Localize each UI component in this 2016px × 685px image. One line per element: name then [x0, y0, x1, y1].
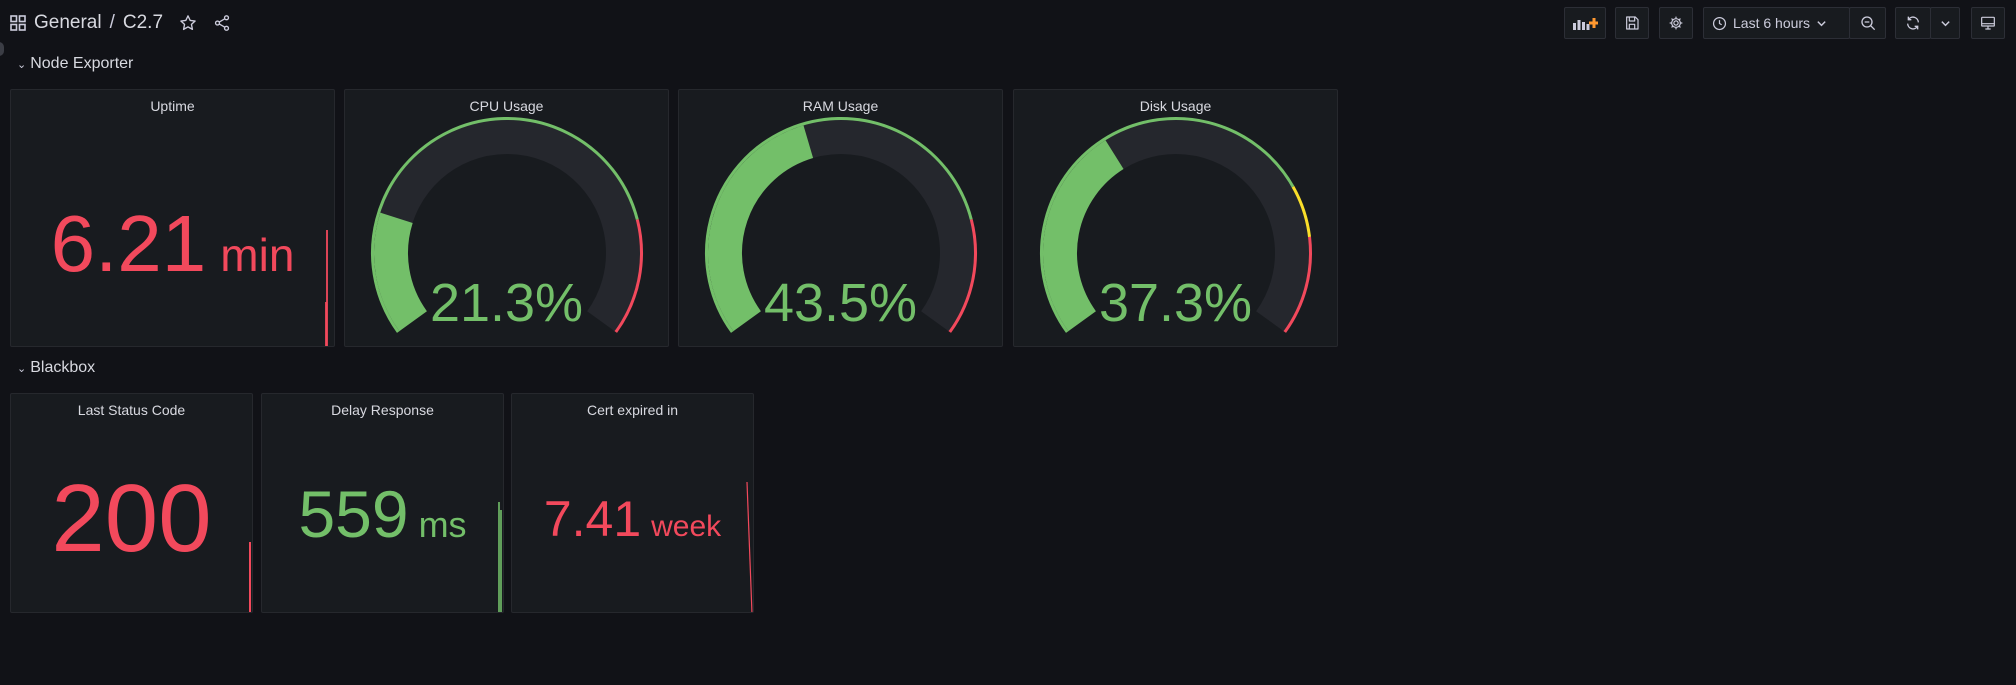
sparkline	[325, 230, 328, 346]
gear-icon	[1669, 16, 1683, 30]
row-title: Node Exporter	[30, 55, 134, 72]
stat-unit: week	[651, 510, 722, 543]
stat-number: 6.21	[50, 199, 207, 288]
panel-ram-usage[interactable]: RAM Usage 43.5%	[678, 89, 1003, 347]
panel-title: Last Status Code	[77, 402, 186, 418]
row-header-node-exporter[interactable]: ⌄ Node Exporter	[17, 55, 133, 73]
panel-title: Uptime	[150, 98, 195, 114]
stat-number: 7.41	[543, 491, 642, 547]
dashboard-title[interactable]: C2.7	[123, 12, 163, 34]
stat-number: 559	[298, 477, 409, 551]
panel-last-status-code[interactable]: Last Status Code 200	[10, 393, 253, 613]
row-header-blackbox[interactable]: ⌄ Blackbox	[17, 359, 95, 377]
breadcrumb-separator: /	[109, 12, 115, 33]
stat-value: 200	[11, 464, 252, 574]
time-range-picker[interactable]: Last 6 hours	[1703, 7, 1850, 39]
sparkline	[249, 542, 251, 612]
panel-cpu-usage[interactable]: CPU Usage 21.3%	[344, 89, 669, 347]
stat-unit: min	[220, 229, 295, 281]
panel-title: Cert expired in	[586, 402, 679, 418]
star-icon[interactable]	[179, 14, 197, 32]
add-panel-icon	[1573, 18, 1598, 30]
gauge-value: 37.3%	[1098, 273, 1253, 333]
save-icon	[1626, 16, 1639, 30]
save-dashboard-button[interactable]	[1615, 7, 1649, 39]
chevron-down-icon: ⌄	[17, 58, 27, 71]
panel-delay-response[interactable]: Delay Response 559 ms	[261, 393, 504, 613]
top-navbar: General / C2.7 Last 6 hours	[0, 0, 2016, 46]
breadcrumb: General / C2.7	[10, 10, 231, 36]
apps-grid-icon[interactable]	[10, 15, 26, 31]
sparkline	[498, 502, 502, 612]
stat-value: 559 ms	[262, 476, 503, 552]
stat-unit: ms	[418, 504, 467, 545]
panel-cert-expired-in[interactable]: Cert expired in 7.41 week	[511, 393, 754, 613]
chevron-down-icon	[1940, 20, 1950, 26]
refresh-icon	[1907, 16, 1919, 30]
gauge-value: 43.5%	[763, 273, 918, 333]
stat-value: 7.41 week	[512, 490, 753, 548]
stat-value: 6.21 min	[11, 198, 334, 290]
add-panel-button[interactable]	[1564, 7, 1606, 39]
chevron-down-icon: ⌄	[17, 362, 27, 375]
zoom-out-icon	[1860, 16, 1875, 31]
share-icon[interactable]	[213, 14, 231, 32]
chevron-down-icon	[1817, 20, 1826, 26]
sidebar-toggle-handle[interactable]	[0, 42, 4, 56]
refresh-button[interactable]	[1895, 7, 1931, 39]
time-range-label: Last 6 hours	[1733, 15, 1811, 31]
panel-title: Delay Response	[331, 402, 434, 418]
panel-uptime[interactable]: Uptime 6.21 min	[10, 89, 335, 347]
view-mode-button[interactable]	[1971, 7, 2005, 39]
dashboard-settings-button[interactable]	[1659, 7, 1693, 39]
zoom-out-button[interactable]	[1849, 7, 1886, 39]
row-title: Blackbox	[30, 359, 96, 376]
clock-icon	[1712, 16, 1727, 30]
stat-number: 200	[51, 465, 212, 572]
gauge-value: 21.3%	[429, 273, 584, 333]
panel-disk-usage[interactable]: Disk Usage 37.3%	[1013, 89, 1338, 347]
monitor-icon	[1981, 16, 1995, 30]
breadcrumb-folder-link[interactable]: General	[34, 12, 102, 34]
refresh-interval-dropdown[interactable]	[1930, 7, 1960, 39]
sparkline	[746, 482, 753, 612]
